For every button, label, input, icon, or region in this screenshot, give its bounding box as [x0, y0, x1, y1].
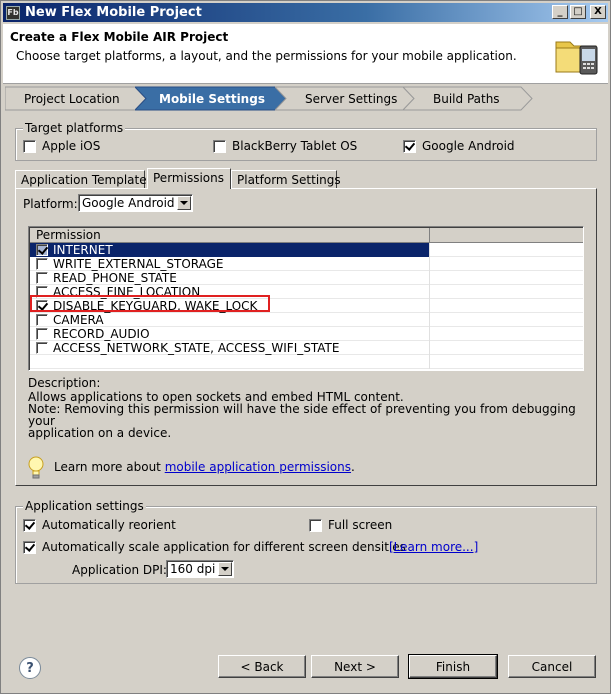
step-project-location[interactable]: Project Location — [5, 86, 147, 111]
step-server-settings[interactable]: Server Settings — [275, 86, 415, 111]
maximize-button[interactable]: □ — [570, 5, 586, 19]
checkbox-box[interactable] — [403, 139, 416, 153]
permission-name: READ_PHONE_STATE — [53, 271, 177, 285]
wizard-banner: Create a Flex Mobile AIR Project Choose … — [3, 24, 608, 84]
apple-ios-checkbox[interactable]: Apple iOS — [23, 139, 100, 153]
description-label: Description: — [28, 376, 101, 390]
permission-name: WRITE_EXTERNAL_STORAGE — [53, 257, 224, 271]
close-button[interactable]: X — [590, 5, 606, 19]
platform-label: Platform: — [23, 197, 78, 211]
google-android-checkbox[interactable]: Google Android — [403, 139, 515, 153]
checkbox-box[interactable] — [36, 328, 48, 340]
checkbox-box[interactable] — [23, 518, 36, 532]
tab-permissions[interactable]: Permissions — [147, 168, 231, 189]
application-dpi-select[interactable]: 160 dpi — [166, 560, 234, 578]
permission-name: INTERNET — [53, 243, 113, 257]
table-row[interactable]: CAMERA — [30, 313, 583, 327]
table-row[interactable]: READ_PHONE_STATE — [30, 271, 583, 285]
next-button[interactable]: Next > — [311, 655, 399, 678]
checkbox-box[interactable] — [36, 314, 48, 326]
full-screen-checkbox[interactable]: Full screen — [309, 518, 392, 532]
tab-platform-settings[interactable]: Platform Settings — [231, 170, 341, 188]
table-row[interactable]: WRITE_EXTERNAL_STORAGE — [30, 257, 583, 271]
table-row[interactable]: RECORD_AUDIO — [30, 327, 583, 341]
checkbox-box[interactable] — [36, 342, 48, 354]
back-button[interactable]: < Back — [218, 655, 306, 678]
table-header: Permission — [30, 228, 583, 243]
checkbox-label: Apple iOS — [42, 139, 101, 153]
checkbox-label: Automatically scale application for diff… — [42, 540, 406, 554]
chevron-down-icon[interactable] — [218, 562, 232, 576]
learn-more-scaling-link[interactable]: [Learn more...] — [389, 540, 478, 554]
permission-name: CAMERA — [53, 313, 104, 327]
flash-builder-icon: Fb — [6, 5, 20, 20]
learn-more-permissions: Learn more about mobile application perm… — [54, 460, 355, 474]
blackberry-checkbox[interactable]: BlackBerry Tablet OS — [213, 139, 357, 153]
checkbox-box[interactable] — [213, 139, 226, 153]
table-row[interactable]: INTERNET — [30, 243, 583, 257]
description-line: application on a device. — [28, 426, 172, 440]
permission-name: ACCESS_NETWORK_STATE, ACCESS_WIFI_STATE — [53, 341, 340, 355]
auto-reorient-checkbox[interactable]: Automatically reorient — [23, 518, 176, 532]
checkbox-box[interactable] — [23, 139, 36, 153]
group-label: Target platforms — [23, 121, 126, 135]
banner-subtitle: Choose target platforms, a layout, and t… — [16, 49, 517, 63]
platform-value: Google Android — [82, 196, 175, 210]
window-title: New Flex Mobile Project — [25, 5, 202, 20]
step-label: Build Paths — [433, 91, 500, 106]
minimize-button[interactable]: _ — [552, 5, 568, 19]
banner-title: Create a Flex Mobile AIR Project — [10, 30, 229, 44]
wizard-step-bar: Project Location Mobile Settings Server … — [5, 86, 608, 111]
checkbox-label: BlackBerry Tablet OS — [232, 139, 358, 153]
table-row — [30, 355, 583, 369]
checkbox-label: Automatically reorient — [42, 518, 176, 532]
checkbox-label: Google Android — [422, 139, 515, 153]
description-text: Allows applications to open sockets and … — [28, 391, 584, 439]
mobile-folder-icon — [555, 41, 598, 75]
checkbox-label: Full screen — [328, 518, 393, 532]
mobile-permissions-link[interactable]: mobile application permissions — [165, 460, 351, 474]
description-line: Note: Removing this permission will have… — [28, 402, 576, 428]
wizard-window: Fb New Flex Mobile Project _ □ X Create … — [0, 0, 611, 694]
step-mobile-settings[interactable]: Mobile Settings — [135, 86, 287, 111]
title-bar[interactable]: Fb New Flex Mobile Project _ □ X — [3, 3, 608, 22]
checkbox-box[interactable] — [36, 272, 48, 284]
tab-application-template[interactable]: Application Template — [15, 170, 147, 188]
chevron-down-icon[interactable] — [177, 196, 191, 210]
group-label: Application settings — [23, 499, 146, 513]
auto-scale-checkbox[interactable]: Automatically scale application for diff… — [23, 540, 406, 554]
checkbox-box[interactable] — [309, 518, 322, 532]
step-label: Server Settings — [305, 91, 398, 106]
checkbox-box[interactable] — [36, 244, 48, 256]
table-row[interactable]: ACCESS_NETWORK_STATE, ACCESS_WIFI_STATE — [30, 341, 583, 355]
platform-select[interactable]: Google Android — [78, 194, 193, 212]
learn-more-prefix: Learn more about — [54, 460, 165, 474]
help-icon[interactable]: ? — [19, 657, 41, 679]
application-dpi-label: Application DPI: — [72, 563, 167, 577]
finish-button[interactable]: Finish — [408, 654, 498, 679]
step-label: Mobile Settings — [159, 91, 265, 106]
step-label: Project Location — [24, 91, 120, 106]
dpi-value: 160 dpi — [170, 562, 216, 576]
checkbox-box[interactable] — [23, 540, 36, 554]
lightbulb-icon — [28, 456, 44, 479]
step-build-paths[interactable]: Build Paths — [403, 86, 533, 111]
learn-more-suffix: . — [351, 460, 355, 474]
cancel-button[interactable]: Cancel — [508, 655, 596, 678]
permission-column-header[interactable]: Permission — [30, 228, 430, 243]
permission-name: RECORD_AUDIO — [53, 327, 150, 341]
annotation-highlight-box — [30, 295, 270, 312]
checkbox-box[interactable] — [36, 258, 48, 270]
